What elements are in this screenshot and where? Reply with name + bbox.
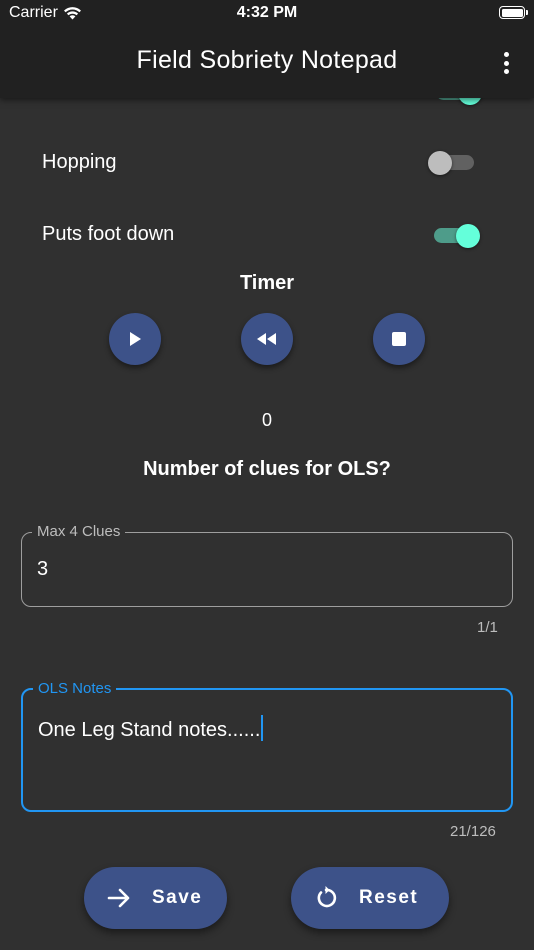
checklist-label-hopping: Hopping xyxy=(42,151,117,173)
switch-thumb xyxy=(456,224,480,248)
stop-icon xyxy=(392,332,406,346)
rewind-icon xyxy=(257,333,276,345)
play-button[interactable] xyxy=(109,313,161,365)
clues-field-label: Max 4 Clues xyxy=(32,523,126,541)
save-button[interactable]: Save xyxy=(84,867,227,929)
ols-notes-input[interactable]: One Leg Stand notes...... xyxy=(38,715,264,742)
rewind-button[interactable] xyxy=(241,313,293,365)
more-vert-icon[interactable] xyxy=(494,49,518,77)
menu-dot xyxy=(503,52,509,57)
app-header: Carrier 4:32 PM Field Sobriety Notepad xyxy=(0,0,534,98)
reset-button[interactable]: Reset xyxy=(291,867,449,929)
save-button-label: Save xyxy=(152,887,203,908)
clues-field-value[interactable]: 3 xyxy=(37,558,48,581)
ols-notes-value: One Leg Stand notes...... xyxy=(38,719,261,741)
ols-notes-label: OLS Notes xyxy=(33,680,117,698)
clues-question: Number of clues for OLS? xyxy=(143,458,391,480)
stop-button[interactable] xyxy=(373,313,425,365)
clues-field[interactable]: Max 4 Clues 3 xyxy=(21,523,513,607)
menu-dot xyxy=(503,69,509,74)
clues-char-counter: 1/1 xyxy=(477,619,498,636)
play-icon xyxy=(130,332,141,346)
timer-count: 0 xyxy=(261,410,272,430)
page-title: Field Sobriety Notepad xyxy=(136,46,398,74)
timer-title: Timer xyxy=(239,272,295,294)
arrow-right-icon xyxy=(107,888,130,908)
reset-button-label: Reset xyxy=(359,887,419,908)
hopping-toggle-switch[interactable] xyxy=(428,151,478,175)
refresh-icon xyxy=(317,886,337,908)
menu-dot xyxy=(503,60,509,66)
text-cursor xyxy=(261,715,264,741)
ols-notes-field[interactable]: OLS Notes One Leg Stand notes...... xyxy=(21,680,513,812)
puts-foot-down-toggle-switch[interactable] xyxy=(434,224,480,248)
battery-icon xyxy=(499,6,528,19)
checklist-label-puts-foot-down: Puts foot down xyxy=(42,223,175,245)
screen: Carrier 4:32 PM Field Sobriety Notepad H… xyxy=(0,0,534,950)
switch-thumb xyxy=(428,151,452,175)
status-bar: Carrier 4:32 PM xyxy=(0,0,534,28)
ols-notes-char-counter: 21/126 xyxy=(450,823,496,840)
status-time: 4:32 PM xyxy=(236,4,298,21)
